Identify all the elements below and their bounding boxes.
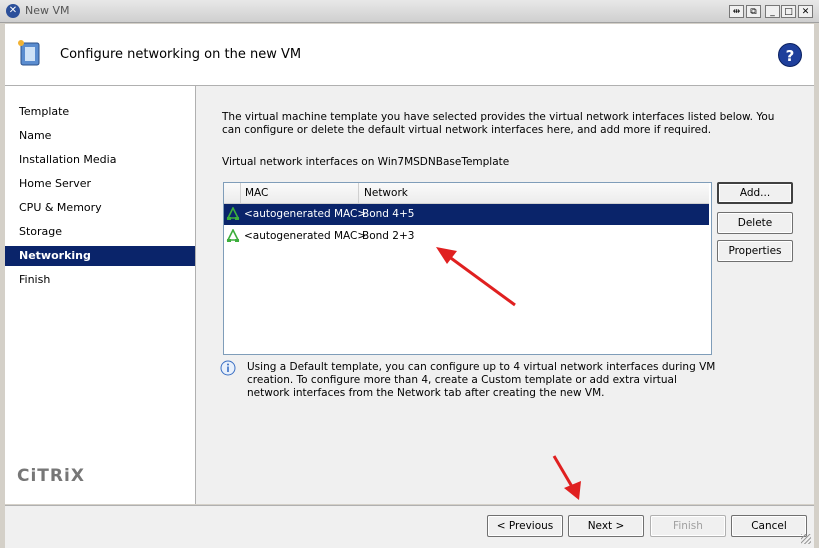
network-interfaces-list[interactable]: MAC Network <autogenerated MAC> Bond 4+5… [223, 182, 712, 355]
network-interface-icon [226, 229, 240, 242]
wizard-steps-sidebar: Template Name Installation Media Home Se… [5, 86, 196, 504]
list-row[interactable]: <autogenerated MAC> Bond 4+5 [224, 204, 709, 225]
step-installation-media: Installation Media [19, 153, 117, 166]
row-network: Bond 4+5 [362, 208, 415, 220]
step-home-server: Home Server [19, 177, 92, 190]
step-finish: Finish [19, 273, 51, 286]
column-header-icon [224, 183, 241, 203]
vm-wizard-icon [18, 40, 40, 66]
step-storage: Storage [19, 225, 63, 238]
delete-button[interactable]: Delete [717, 212, 793, 234]
step-networking: Networking [5, 246, 195, 266]
finish-button[interactable]: Finish [650, 515, 726, 537]
resize-grip[interactable] [801, 534, 811, 544]
cancel-button[interactable]: Cancel [731, 515, 807, 537]
row-mac: <autogenerated MAC> [244, 230, 367, 242]
maximize-button[interactable]: □ [781, 5, 796, 18]
window-titlebar: ✕ New VM ⇹ ⧉ _ □ ✕ [0, 0, 819, 23]
info-text: Using a Default template, you can config… [247, 361, 716, 399]
properties-button[interactable]: Properties [717, 240, 793, 262]
restore-dock-button[interactable]: ⇹ [729, 5, 744, 18]
network-interface-icon [226, 207, 240, 220]
wizard-header: Configure networking on the new VM ? [5, 24, 814, 86]
wizard-footer: < Previous Next > Finish Cancel [5, 505, 814, 548]
column-separator[interactable] [358, 183, 359, 203]
list-label: Virtual network interfaces on Win7MSDNBa… [222, 156, 510, 168]
step-name: Name [19, 129, 52, 142]
row-mac: <autogenerated MAC> [244, 208, 367, 220]
add-button[interactable]: Add... [717, 182, 793, 204]
app-icon: ✕ [6, 4, 20, 18]
step-cpu-memory: CPU & Memory [19, 201, 102, 214]
list-row[interactable]: <autogenerated MAC> Bond 2+3 [224, 226, 709, 247]
undock-button[interactable]: ⧉ [746, 5, 761, 18]
next-button[interactable]: Next > [568, 515, 644, 537]
row-network: Bond 2+3 [362, 230, 415, 242]
column-header-network[interactable]: Network [364, 187, 408, 199]
description-text: The virtual machine template you have se… [222, 111, 775, 136]
help-icon[interactable]: ? [778, 43, 802, 67]
list-header: MAC Network [224, 183, 709, 204]
close-button[interactable]: ✕ [798, 5, 813, 18]
step-template: Template [19, 105, 70, 118]
window-title: New VM [25, 4, 70, 17]
column-header-mac[interactable]: MAC [245, 187, 268, 199]
info-icon [220, 360, 236, 376]
page-title: Configure networking on the new VM [60, 47, 302, 62]
networking-panel: The virtual machine template you have se… [196, 86, 814, 504]
citrix-logo: CiTRiX [17, 466, 85, 486]
previous-button[interactable]: < Previous [487, 515, 563, 537]
minimize-button[interactable]: _ [765, 5, 780, 18]
